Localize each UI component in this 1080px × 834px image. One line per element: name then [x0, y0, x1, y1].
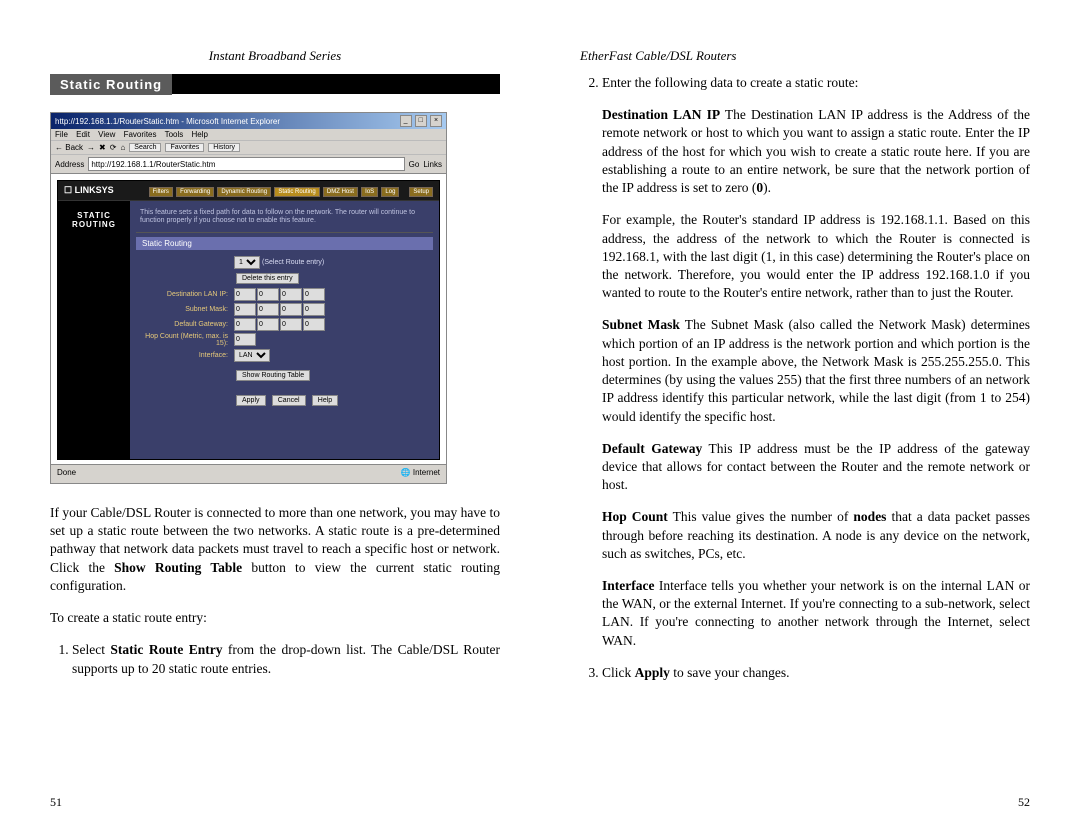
interface-select[interactable]: LAN	[234, 349, 270, 362]
close-icon[interactable]: ×	[430, 115, 442, 127]
series-header-right: EtherFast Cable/DSL Routers	[580, 48, 1030, 64]
subnet-4[interactable]	[303, 303, 325, 316]
tab-filters[interactable]: Filters	[149, 187, 173, 197]
go-button[interactable]: Go	[409, 160, 420, 169]
steps-list-right-3: Click Apply to save your changes.	[580, 664, 1030, 682]
apply-button[interactable]: Apply	[236, 395, 266, 406]
panel-title-line1: STATIC	[58, 211, 130, 220]
tab-static-routing[interactable]: Static Routing	[274, 187, 319, 197]
tab-setup[interactable]: Setup	[409, 187, 433, 197]
menu-favorites[interactable]: Favorites	[124, 130, 157, 139]
tab-ios[interactable]: IoS	[361, 187, 378, 197]
feature-description: This feature sets a fixed path for data …	[136, 207, 433, 232]
hop-para: Hop Count This value gives the number of…	[602, 508, 1030, 563]
tab-dynamic-routing[interactable]: Dynamic Routing	[217, 187, 271, 197]
search-button[interactable]: Search	[129, 143, 161, 152]
series-header-left: Instant Broadband Series	[50, 48, 500, 64]
tab-dmz-host[interactable]: DMZ Host	[323, 187, 358, 197]
status-bar: Done Internet	[51, 464, 446, 479]
address-input[interactable]	[88, 157, 404, 171]
subnet-1[interactable]	[234, 303, 256, 316]
links-label[interactable]: Links	[423, 160, 442, 169]
window-title: http://192.168.1.1/RouterStatic.htm - Mi…	[55, 117, 280, 126]
hop-label: Hop Count (Metric, max. is 15):	[142, 333, 234, 347]
cancel-button[interactable]: Cancel	[272, 395, 306, 406]
hop-input[interactable]	[234, 333, 256, 346]
delete-entry-button[interactable]: Delete this entry	[236, 273, 299, 284]
gateway-3[interactable]	[280, 318, 302, 331]
page-number-left: 51	[50, 795, 62, 810]
menu-tools[interactable]: Tools	[165, 130, 184, 139]
minimize-icon[interactable]: _	[400, 115, 412, 127]
interface-para: Interface Interface tells you whether yo…	[602, 577, 1030, 650]
dest-ip-3[interactable]	[280, 288, 302, 301]
dest-ip-label: Destination LAN IP:	[142, 291, 234, 298]
section-heading: Static Routing	[50, 74, 172, 95]
dest-example-para: For example, the Router's standard IP ad…	[602, 211, 1030, 302]
window-controls: _ □ ×	[399, 115, 442, 127]
status-done: Done	[57, 468, 76, 477]
route-select-label: (Select Route entry)	[262, 259, 324, 266]
browser-toolbar: ← Back → ✖ ⟳ ⌂ Search Favorites History	[51, 141, 446, 155]
step-3: Click Apply to save your changes.	[602, 664, 1030, 682]
panel-title-line2: ROUTING	[58, 220, 130, 229]
history-button[interactable]: History	[208, 143, 240, 152]
section-banner: Static Routing	[50, 74, 500, 94]
subnet-field	[234, 303, 325, 316]
window-titlebar: http://192.168.1.1/RouterStatic.htm - Mi…	[51, 113, 446, 129]
address-label: Address	[55, 160, 84, 169]
dest-ip-para: Destination LAN IP The Destination LAN I…	[602, 106, 1030, 197]
home-icon[interactable]: ⌂	[120, 143, 125, 152]
router-left-panel: STATIC ROUTING	[58, 201, 130, 459]
forward-button[interactable]: →	[87, 143, 95, 152]
dest-ip-1[interactable]	[234, 288, 256, 301]
dest-ip-2[interactable]	[257, 288, 279, 301]
menu-file[interactable]: File	[55, 130, 68, 139]
maximize-icon[interactable]: □	[415, 115, 427, 127]
router-header: ☐ LINKSYS Filters Forwarding Dynamic Rou…	[58, 181, 439, 201]
steps-list-right: Enter the following data to create a sta…	[580, 74, 1030, 92]
steps-list-left: Select Static Route Entry from the drop-…	[50, 641, 500, 677]
status-internet: Internet	[401, 468, 440, 477]
step-2: Enter the following data to create a sta…	[602, 74, 1030, 92]
gateway-label: Default Gateway:	[142, 321, 234, 328]
gateway-field	[234, 318, 325, 331]
subnet-para: Subnet Mask The Subnet Mask (also called…	[602, 316, 1030, 425]
favorites-button[interactable]: Favorites	[165, 143, 204, 152]
form-heading: Static Routing	[136, 237, 433, 250]
tab-log[interactable]: Log	[381, 187, 399, 197]
help-button[interactable]: Help	[312, 395, 338, 406]
menu-help[interactable]: Help	[192, 130, 208, 139]
step-1: Select Static Route Entry from the drop-…	[72, 641, 500, 677]
gateway-2[interactable]	[257, 318, 279, 331]
dest-ip-field	[234, 288, 325, 301]
back-button[interactable]: ← Back	[55, 143, 83, 152]
gateway-4[interactable]	[303, 318, 325, 331]
browser-menubar: File Edit View Favorites Tools Help	[51, 129, 446, 141]
route-entry-select[interactable]: 1	[234, 256, 260, 269]
menu-view[interactable]: View	[98, 130, 115, 139]
interface-label: Interface:	[142, 352, 234, 359]
address-bar: Address Go Links	[51, 155, 446, 174]
menu-edit[interactable]: Edit	[76, 130, 90, 139]
subnet-label: Subnet Mask:	[142, 306, 234, 313]
router-screenshot: http://192.168.1.1/RouterStatic.htm - Mi…	[50, 112, 447, 484]
subnet-3[interactable]	[280, 303, 302, 316]
page-number-right: 52	[1018, 795, 1030, 810]
dest-ip-4[interactable]	[303, 288, 325, 301]
intro-paragraph: If your Cable/DSL Router is connected to…	[50, 504, 500, 595]
gateway-1[interactable]	[234, 318, 256, 331]
refresh-icon[interactable]: ⟳	[110, 143, 117, 152]
create-lead: To create a static route entry:	[50, 609, 500, 627]
gateway-para: Default Gateway This IP address must be …	[602, 440, 1030, 495]
show-routing-table-button[interactable]: Show Routing Table	[236, 370, 310, 381]
tab-forwarding[interactable]: Forwarding	[176, 187, 214, 197]
stop-icon[interactable]: ✖	[99, 143, 106, 152]
router-tabs: Filters Forwarding Dynamic Routing Stati…	[148, 186, 433, 195]
brand-logo: ☐ LINKSYS	[64, 185, 114, 196]
subnet-2[interactable]	[257, 303, 279, 316]
